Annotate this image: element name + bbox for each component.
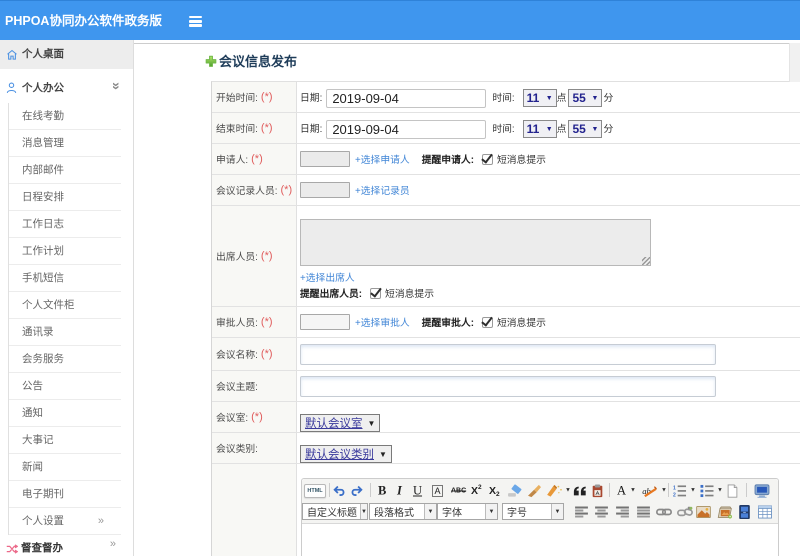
svg-text:2: 2 <box>673 492 676 497</box>
svg-text:1: 1 <box>673 485 676 491</box>
